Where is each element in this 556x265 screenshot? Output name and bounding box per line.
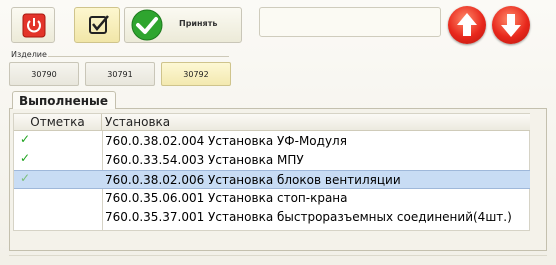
arrow-up-icon	[457, 13, 477, 36]
main-window: Принять Изделие 30790 30791 30792 Выполн…	[0, 0, 556, 265]
tab-completed[interactable]: Выполненые	[12, 91, 116, 109]
status-field	[259, 7, 441, 37]
check-circle-icon	[131, 9, 163, 41]
accept-button[interactable]: Принять	[124, 7, 242, 43]
table-row[interactable]: ✓ 760.0.33.54.003 Установка МПУ	[14, 151, 530, 170]
operations-table: Отметка Установка ✓ 760.0.38.02.004 Уста…	[13, 113, 530, 231]
table-row[interactable]: 760.0.35.37.001 Установка быстроразъемны…	[14, 208, 530, 227]
arrow-down-icon	[501, 14, 521, 37]
operation-name: 760.0.33.54.003 Установка МПУ	[105, 153, 304, 167]
power-button[interactable]	[11, 7, 55, 43]
table-row-selected[interactable]: ✓ 760.0.38.02.006 Установка блоков венти…	[14, 170, 530, 189]
item-button-30790[interactable]: 30790	[9, 62, 79, 86]
move-down-button[interactable]	[492, 6, 530, 44]
checkbox-icon	[89, 15, 109, 34]
table-scroll-area	[531, 113, 543, 231]
table-row[interactable]: 760.0.35.06.001 Установка стоп-крана	[14, 189, 530, 208]
operation-name: 760.0.35.06.001 Установка стоп-крана	[105, 191, 348, 205]
group-divider	[48, 56, 229, 57]
move-up-button[interactable]	[448, 6, 486, 44]
column-header-operation[interactable]: Установка	[102, 114, 530, 131]
item-group-label: Изделие	[11, 50, 47, 59]
checkbox-button[interactable]	[74, 7, 120, 43]
column-header-mark[interactable]: Отметка	[14, 114, 102, 131]
item-button-30791[interactable]: 30791	[85, 62, 155, 86]
check-mark-icon: ✓	[20, 132, 31, 146]
accept-label: Принять	[179, 19, 218, 28]
table-row[interactable]: ✓ 760.0.38.02.004 Установка УФ-Модуля	[14, 132, 530, 151]
check-mark-icon: ✓	[20, 151, 31, 165]
operation-name: 760.0.35.37.001 Установка быстроразъемны…	[105, 210, 512, 224]
power-icon	[22, 13, 46, 38]
operation-name: 760.0.38.02.004 Установка УФ-Модуля	[105, 134, 347, 148]
check-mark-icon: ✓	[20, 171, 31, 185]
bottom-divider	[9, 255, 547, 256]
item-button-30792[interactable]: 30792	[161, 62, 231, 86]
operation-name: 760.0.38.02.006 Установка блоков вентиля…	[105, 173, 401, 187]
